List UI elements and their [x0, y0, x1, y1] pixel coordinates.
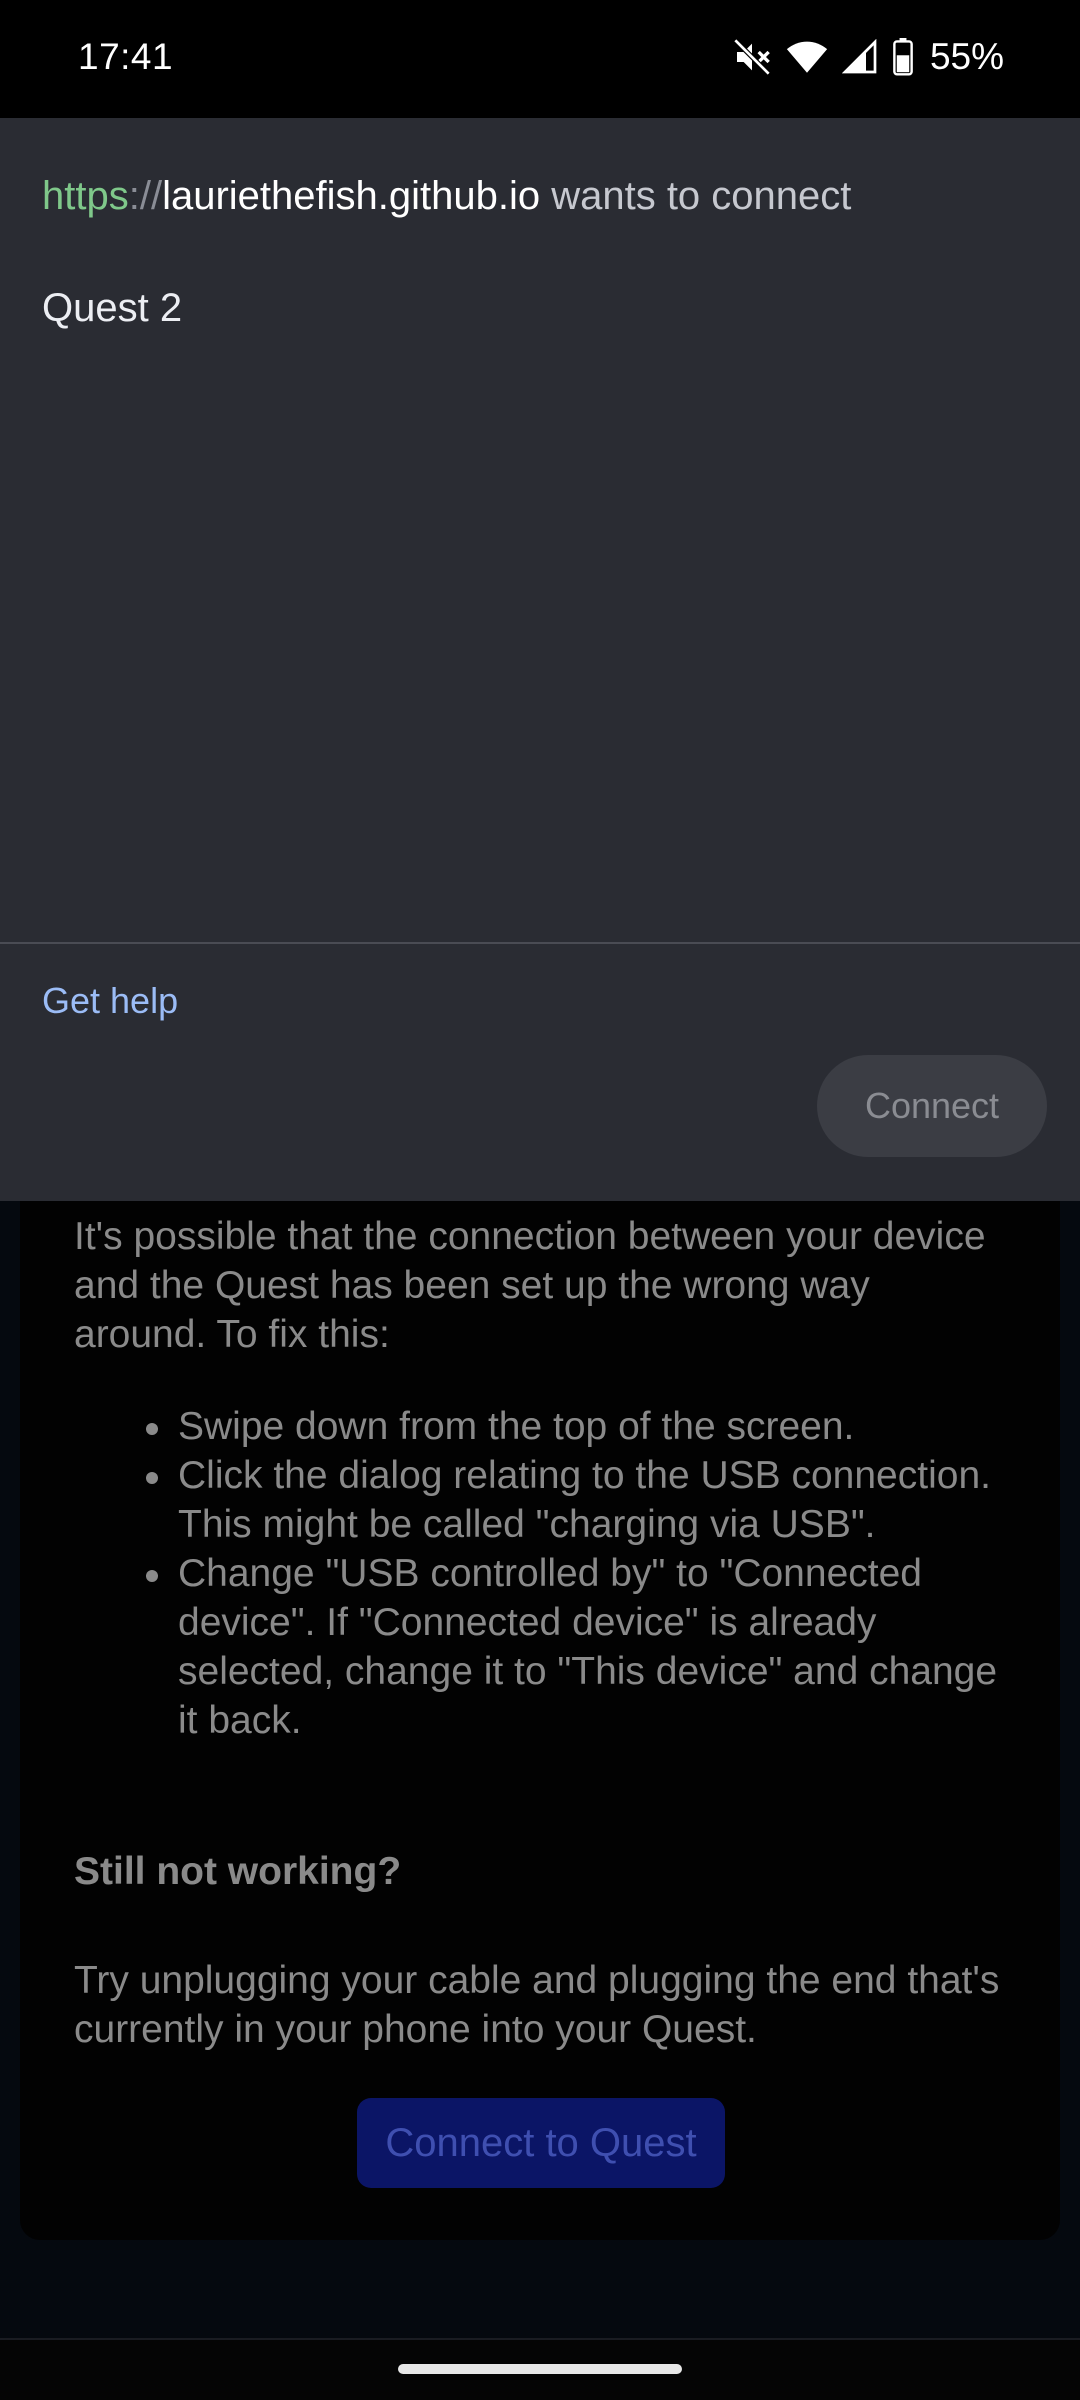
connect-button[interactable]: Connect [817, 1055, 1047, 1157]
device-chooser-dialog: https://lauriethefish.github.io wants to… [0, 118, 1080, 1201]
list-item: Swipe down from the top of the screen. [146, 1402, 1008, 1451]
intro-text: It's possible that the connection betwee… [74, 1215, 986, 1356]
steps-list: Swipe down from the top of the screen. C… [146, 1402, 1008, 1745]
status-time: 17:41 [78, 36, 174, 77]
status-icons: 55% [732, 34, 1004, 80]
origin-scheme: https [42, 174, 129, 218]
battery-icon [892, 38, 914, 76]
dialog-title: https://lauriethefish.github.io wants to… [42, 174, 851, 219]
home-gesture-handle[interactable] [398, 2364, 682, 2374]
get-help-link[interactable]: Get help [42, 980, 178, 1022]
battery-percent: 55% [929, 36, 1004, 77]
still-not-working-heading: Still not working? [74, 1850, 402, 1893]
still-not-working-text: Try unplugging your cable and plugging t… [74, 1959, 1000, 2051]
list-item: Change "USB controlled by" to "Connected… [146, 1549, 1008, 1745]
signal-icon [841, 39, 878, 75]
dialog-divider [0, 942, 1080, 944]
wifi-icon [786, 39, 828, 75]
origin-separator: :// [128, 174, 163, 218]
origin-suffix: wants to connect [540, 174, 852, 218]
status-bar: 17:41 55% [0, 0, 1080, 118]
connect-to-quest-button[interactable]: Connect to Quest [357, 2098, 725, 2188]
origin-host: lauriethefish.github.io [162, 174, 541, 218]
list-item: Click the dialog relating to the USB con… [146, 1451, 1008, 1549]
mute-icon [732, 37, 772, 77]
device-list-item-quest-2[interactable]: Quest 2 [42, 286, 182, 331]
